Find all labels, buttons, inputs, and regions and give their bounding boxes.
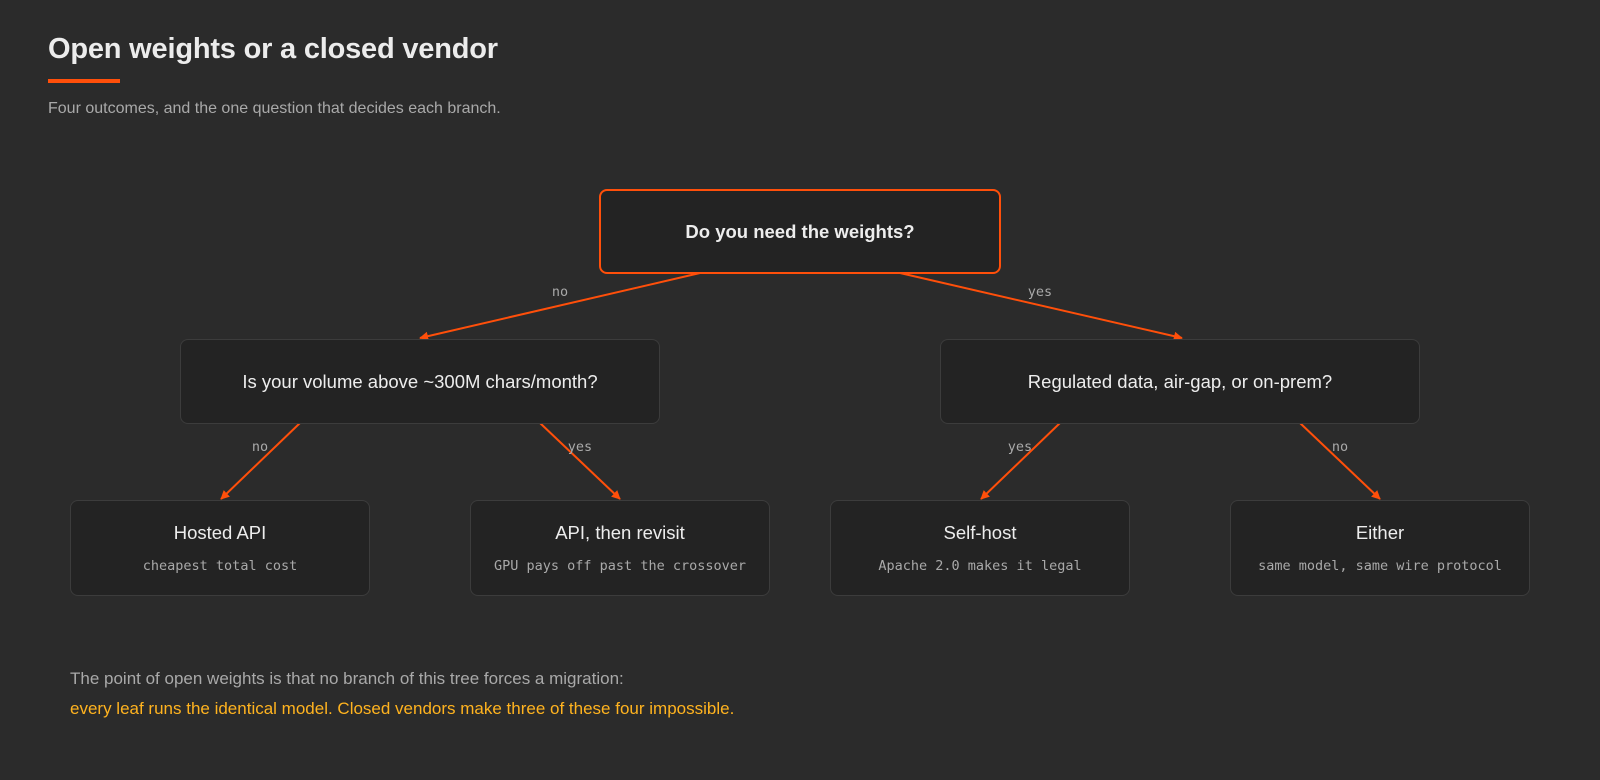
leaf-note: cheapest total cost: [142, 558, 298, 574]
edge-label-regulated-no: no: [1331, 439, 1349, 455]
footer-line-2-highlight: every leaf runs the identical model. Clo…: [70, 699, 735, 718]
leaf-self-host: Self-host Apache 2.0 makes it legal: [830, 500, 1130, 596]
edge-label-root-no: no: [551, 284, 569, 300]
edge-label-regulated-yes: yes: [1007, 439, 1033, 455]
leaf-api-then-revisit: API, then revisit GPU pays off past the …: [470, 500, 770, 596]
edge-regulated-to-either: [1299, 422, 1381, 500]
footer-note: The point of open weights is that no bra…: [70, 664, 734, 724]
edge-volume-to-hosted: [220, 422, 301, 500]
volume-question-node: Is your volume above ~300M chars/month?: [180, 339, 660, 424]
regulated-question-node: Regulated data, air-gap, or on-prem?: [940, 339, 1420, 424]
regulated-question-label: Regulated data, air-gap, or on-prem?: [1027, 370, 1333, 392]
edge-regulated-to-selfhost: [980, 422, 1061, 500]
edge-root-to-regulated: [899, 272, 1183, 341]
leaf-note: Apache 2.0 makes it legal: [878, 558, 1082, 574]
volume-question-label: Is your volume above ~300M chars/month?: [242, 370, 598, 392]
edge-label-volume-yes: yes: [567, 439, 593, 455]
leaf-title: API, then revisit: [555, 522, 685, 543]
edge-label-volume-no: no: [251, 439, 269, 455]
footer-line-1: The point of open weights is that no bra…: [70, 669, 624, 688]
leaf-either: Either same model, same wire protocol: [1230, 500, 1530, 596]
root-question-label: Do you need the weights?: [685, 220, 915, 242]
leaf-title: Hosted API: [173, 522, 267, 543]
leaf-note: same model, same wire protocol: [1258, 558, 1502, 574]
leaf-title: Self-host: [943, 522, 1017, 543]
leaf-hosted-api: Hosted API cheapest total cost: [70, 500, 370, 596]
leaf-note: GPU pays off past the crossover: [494, 558, 746, 574]
edge-volume-to-revisit: [539, 422, 621, 500]
root-question-node: Do you need the weights?: [599, 189, 1001, 274]
edge-root-to-volume: [419, 272, 701, 341]
edge-label-root-yes: yes: [1027, 284, 1053, 300]
leaf-title: Either: [1355, 522, 1405, 543]
